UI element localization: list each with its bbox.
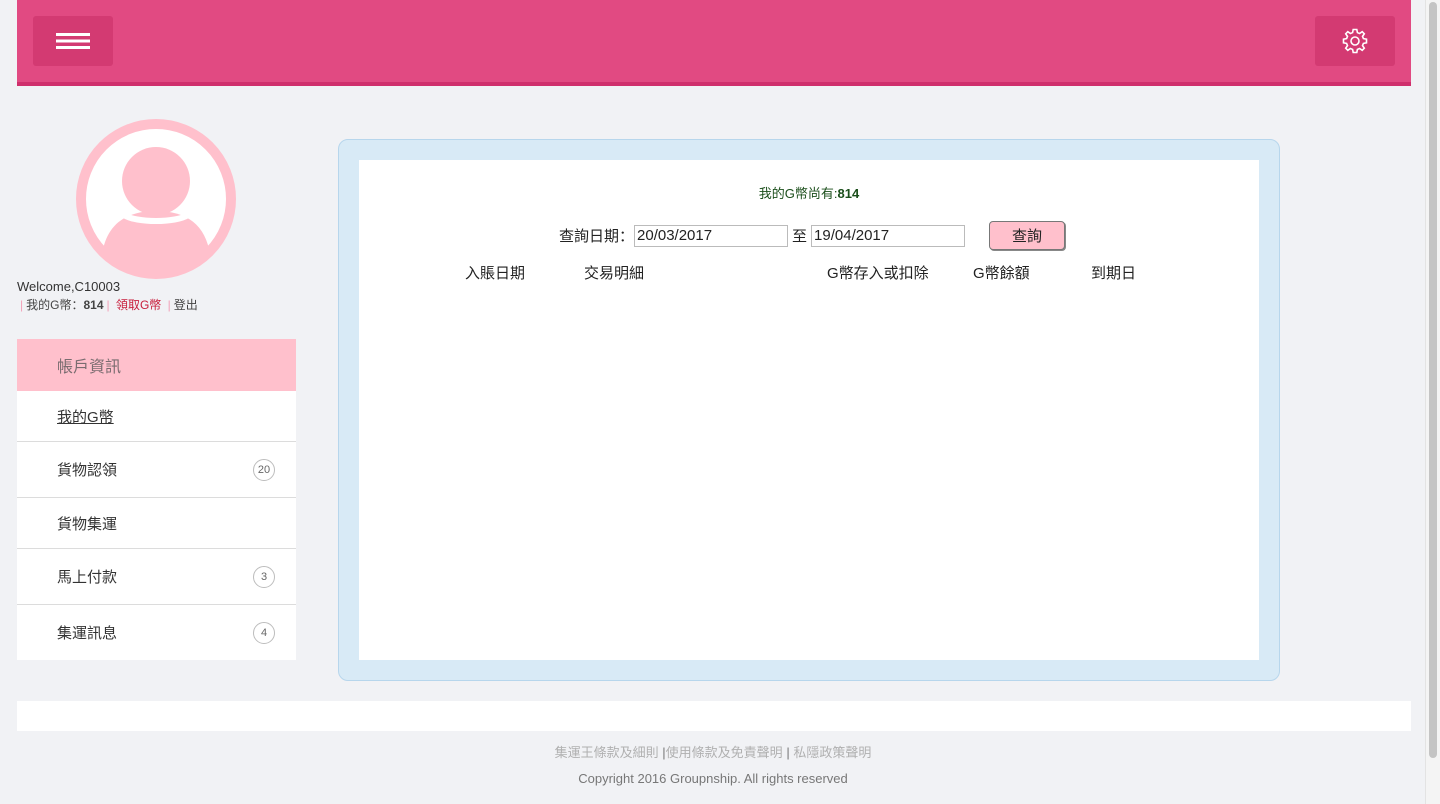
- balance-label: 我的G幣尚有:: [758, 186, 838, 201]
- usage-terms-link[interactable]: 使用條款及免責聲明: [666, 745, 783, 760]
- count-badge: 4: [253, 621, 275, 644]
- separator: |: [786, 745, 790, 760]
- column-header-details: 交易明細: [584, 265, 645, 282]
- date-query-row: 查詢日期： 至 查詢: [559, 221, 1066, 250]
- sidebar-item-label: 馬上付款: [57, 569, 118, 586]
- separator: |: [20, 298, 24, 312]
- sidebar-item-consolidation[interactable]: 貨物集運: [17, 498, 296, 549]
- sidebar-item-label: 我的G幣: [57, 408, 114, 426]
- sidebar-item-my-coins[interactable]: 我的G幣: [17, 391, 296, 442]
- column-header-coin-change: G幣存入或扣除: [827, 265, 929, 282]
- scrollbar-thumb[interactable]: [1429, 2, 1437, 758]
- sidebar-item-claim-goods[interactable]: 貨物認領 20: [17, 442, 296, 498]
- welcome-text: Welcome,C10003: [17, 279, 121, 294]
- separator: |: [167, 298, 171, 312]
- footer-links: 集運王條款及細則 |使用條款及免責聲明 | 私隱政策聲明: [0, 742, 1426, 761]
- separator: |: [106, 298, 110, 312]
- query-button[interactable]: 查詢: [989, 221, 1066, 250]
- count-badge: 20: [253, 458, 275, 481]
- count-badge: 3: [253, 565, 275, 588]
- user-links: | 我的G幣：814 | 領取G幣 | 登出: [17, 296, 198, 313]
- hamburger-icon: [56, 33, 90, 49]
- gear-icon: [1342, 28, 1368, 54]
- column-header-expiry: 到期日: [1091, 265, 1137, 282]
- sidebar-nav: 帳戶資訊 我的G幣 貨物認領 20 貨物集運 馬上付款 3 集運訊息 4: [17, 339, 296, 660]
- privacy-link[interactable]: 私隱政策聲明: [793, 745, 871, 760]
- to-date-input[interactable]: [811, 224, 966, 247]
- sidebar-header[interactable]: 帳戶資訊: [17, 339, 296, 391]
- coins-value: 814: [83, 298, 104, 312]
- sidebar-item-pay-now[interactable]: 馬上付款 3: [17, 549, 296, 605]
- sidebar-header-label: 帳戶資訊: [57, 359, 122, 376]
- menu-button[interactable]: [33, 16, 113, 66]
- balance-text: 我的G幣尚有:814: [359, 183, 1259, 202]
- coins-panel: 我的G幣尚有:814 查詢日期： 至 查詢 入賬日期 交易明細 G幣存入或扣除 …: [338, 139, 1280, 681]
- settings-button[interactable]: [1315, 16, 1395, 66]
- from-date-input[interactable]: [634, 224, 789, 247]
- claim-coins-link[interactable]: 領取G幣: [116, 298, 161, 312]
- terms-link[interactable]: 集運王條款及細則: [555, 745, 659, 760]
- coins-panel-content: 我的G幣尚有:814 查詢日期： 至 查詢 入賬日期 交易明細 G幣存入或扣除 …: [359, 160, 1259, 660]
- to-label: 至: [792, 228, 808, 245]
- sidebar-item-messages[interactable]: 集運訊息 4: [17, 605, 296, 660]
- page-scrollbar[interactable]: [1425, 0, 1440, 804]
- sidebar-item-label: 貨物認領: [57, 462, 118, 479]
- sidebar-item-label: 貨物集運: [57, 515, 118, 533]
- footer-bar: [17, 701, 1411, 731]
- coins-label: 我的G幣：: [26, 298, 84, 312]
- query-date-label: 查詢日期：: [559, 228, 635, 245]
- copyright-text: Copyright 2016 Groupnship. All rights re…: [578, 771, 848, 786]
- sidebar-item-label: 集運訊息: [57, 625, 118, 642]
- logout-link[interactable]: 登出: [174, 298, 198, 312]
- user-avatar-icon: [76, 119, 236, 279]
- balance-value: 814: [837, 186, 860, 201]
- top-header: [17, 0, 1411, 86]
- column-header-entry-date: 入賬日期: [465, 265, 526, 282]
- column-header-balance: G幣餘額: [973, 265, 1030, 282]
